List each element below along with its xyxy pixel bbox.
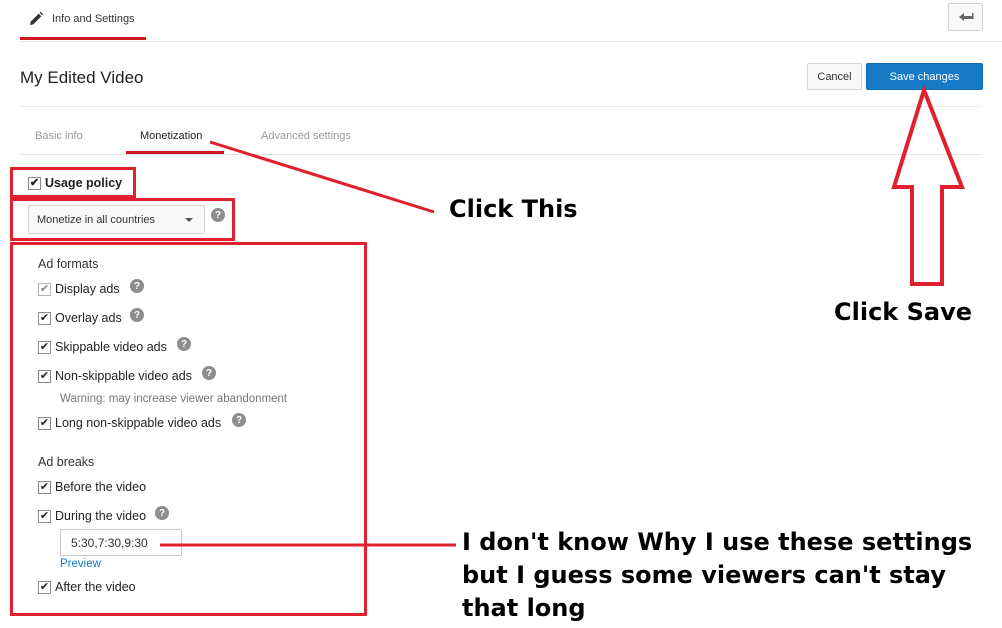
click-save-annotation: Click Save (834, 298, 973, 326)
click-this-annotation: Click This (449, 195, 578, 223)
settings-note-annotation: I don't know Why I use these settings bu… (462, 526, 972, 625)
note-line: but I guess some viewers can't stay (462, 561, 946, 589)
click-this-pointer-line (209, 140, 435, 214)
note-line: I don't know Why I use these settings (462, 528, 973, 556)
note-line: that long (462, 594, 586, 622)
save-up-arrow (891, 83, 965, 286)
